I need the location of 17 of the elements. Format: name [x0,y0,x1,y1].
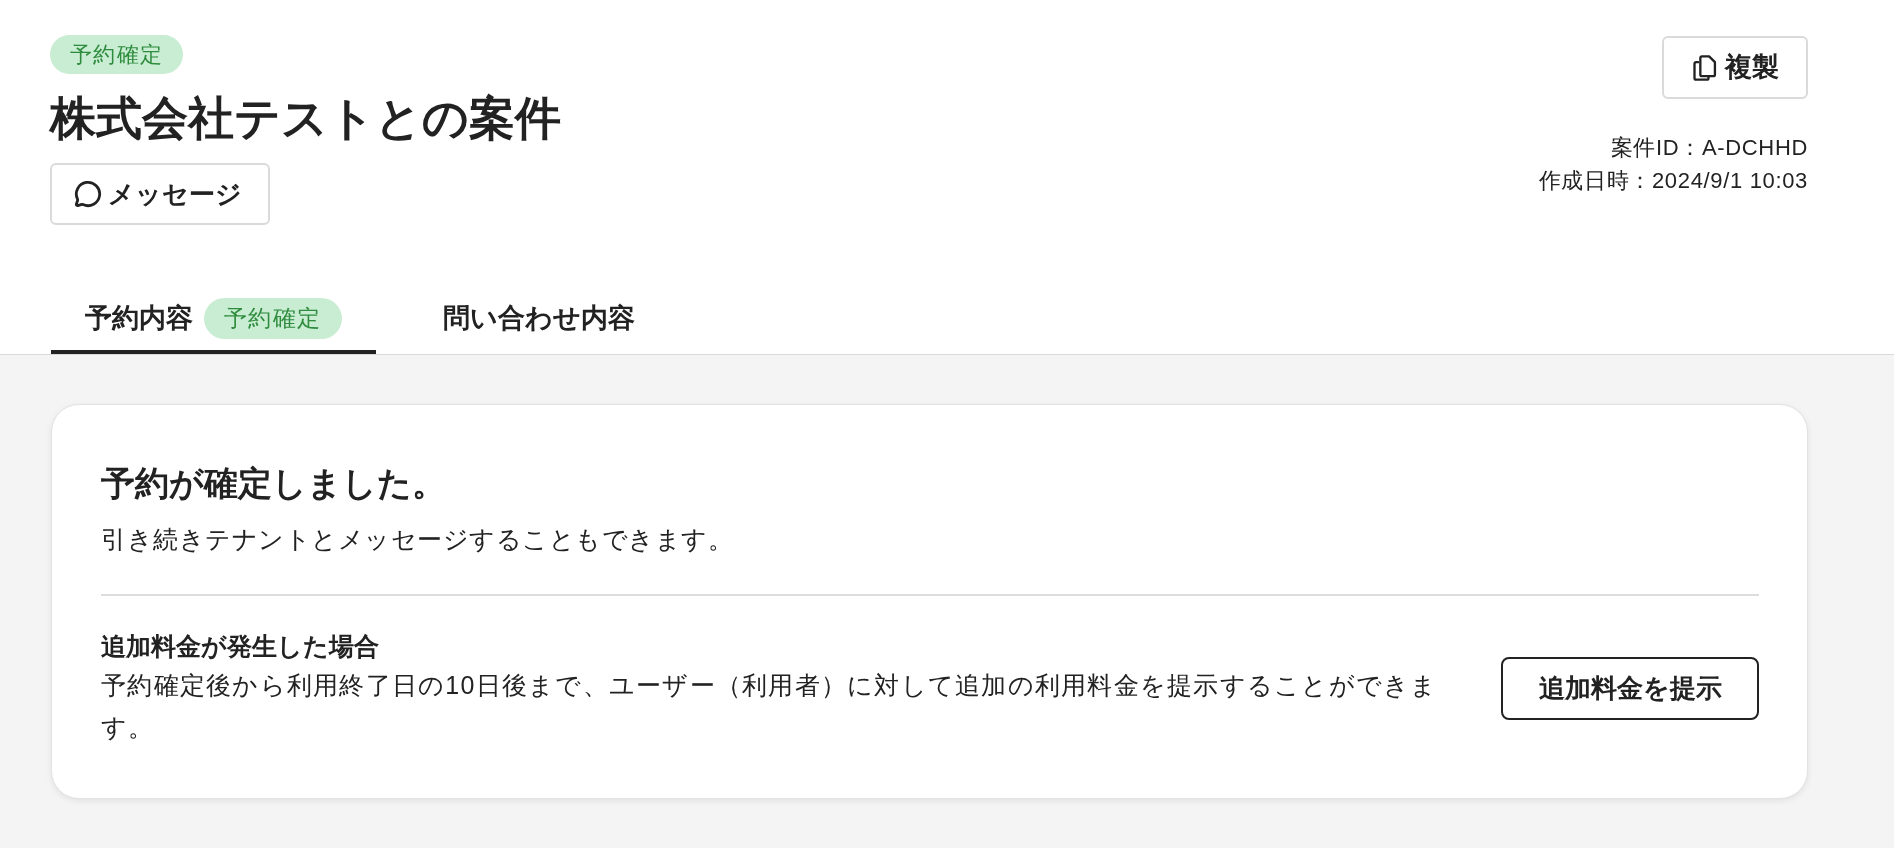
speech-bubble-icon [74,180,102,208]
tab[interactable]: 問い合わせ内容 [408,281,669,354]
tab-label: 問い合わせ内容 [442,302,635,336]
card-description: 引き続きテナントとメッセージすることもできます。 [101,524,734,555]
message-button[interactable]: メッセージ [50,163,270,225]
copy-button[interactable]: 複製 [1662,36,1808,99]
propose-fee-button[interactable]: 追加料金を提示 [1501,656,1759,720]
copy-icon [1691,53,1719,82]
card-title: 予約が確定しました。 [101,463,447,504]
case-id: 案件ID：A-DCHHD [1610,134,1808,162]
section-description: 予約確定後から利用終了日の10日後まで、ユーザー（利用者）に対して追加の利用料金を提示することができます。 [101,670,1439,743]
tab-label: 予約内容 [85,302,193,336]
created-at: 作成日時：2024/9/1 10:03 [1538,167,1808,195]
page-title: 株式会社テストとの案件 [50,91,561,146]
section-title: 追加料金が発生した場合 [101,631,380,662]
status-badge: 予約確定 [50,35,184,74]
status-badge: 予約確定 [204,298,342,339]
